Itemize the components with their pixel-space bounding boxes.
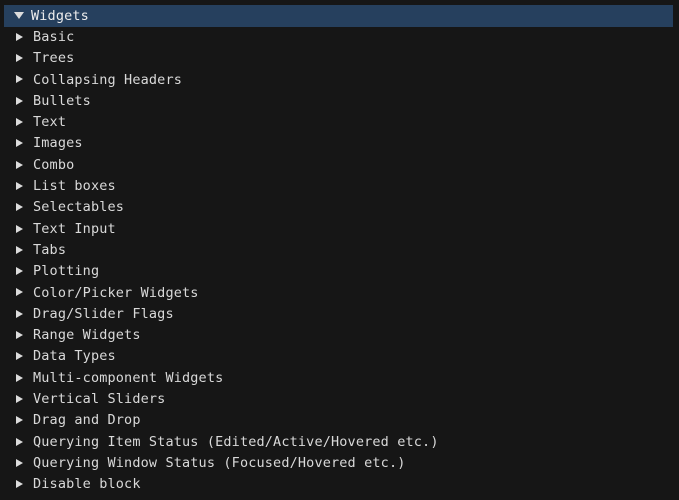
- chevron-right-icon[interactable]: [16, 309, 32, 320]
- chevron-right-icon[interactable]: [16, 352, 32, 362]
- tree-node-label: Bullets: [33, 92, 91, 109]
- chevron-right-icon[interactable]: [16, 139, 32, 149]
- chevron-right-icon[interactable]: [16, 245, 32, 256]
- chevron-right-icon[interactable]: [16, 54, 32, 64]
- widget-tree: Widgets Basic Trees Collapsing Headers Bulle…: [0, 0, 679, 496]
- tree-node-plotting[interactable]: Plotting: [0, 261, 679, 282]
- chevron-right-icon[interactable]: [16, 331, 32, 341]
- tree-node-drag-and-drop[interactable]: Drag and Drop: [0, 410, 679, 431]
- tree-node-label: Combo: [33, 156, 75, 173]
- chevron-right-icon[interactable]: [16, 288, 32, 298]
- tree-node-querying-item-status-edited-active-hovered-etc[interactable]: Querying Item Status (Edited/Active/Hove…: [0, 432, 679, 453]
- tree-node-bullets[interactable]: Bullets: [0, 91, 679, 112]
- tree-node-images[interactable]: Images: [0, 133, 679, 154]
- tree-node-trees[interactable]: Trees: [0, 48, 679, 69]
- chevron-right-icon[interactable]: [16, 160, 32, 171]
- tree-node-label: Selectables: [33, 199, 125, 216]
- chevron-right-icon[interactable]: [16, 96, 32, 107]
- tree-node-label: Basic: [33, 29, 75, 45]
- tree-node-querying-window-status-focused-hovered-etc[interactable]: Querying Window Status (Focused/Hovered …: [0, 453, 679, 474]
- tree-node-label: Drag and Drop: [33, 412, 141, 429]
- tree-node-widgets[interactable]: Widgets: [4, 5, 673, 27]
- tree-node-label: Data Types: [33, 348, 116, 365]
- tree-node-selectables[interactable]: Selectables: [0, 197, 679, 218]
- tree-node-text-input[interactable]: Text Input: [0, 219, 679, 240]
- tree-node-collapsing-headers[interactable]: Collapsing Headers: [0, 70, 679, 91]
- tree-node-label: Drag/Slider Flags: [33, 305, 174, 322]
- tree-node-label: Querying Item Status (Edited/Active/Hove…: [33, 433, 439, 450]
- tree-node-vertical-sliders[interactable]: Vertical Sliders: [0, 389, 679, 410]
- tree-node-label: Color/Picker Widgets: [33, 284, 199, 301]
- chevron-right-icon[interactable]: [16, 416, 32, 426]
- tree-node-label: Vertical Sliders: [33, 391, 166, 408]
- chevron-right-icon[interactable]: [16, 458, 32, 469]
- tree-node-combo[interactable]: Combo: [0, 155, 679, 176]
- tree-node-label: Tabs: [33, 241, 67, 258]
- tree-node-label: Images: [33, 135, 83, 152]
- chevron-right-icon[interactable]: [16, 394, 32, 405]
- tree-node-drag-slider-flags[interactable]: Drag/Slider Flags: [0, 304, 679, 325]
- tree-node-label: Collapsing Headers: [33, 71, 182, 88]
- tree-node-label: Widgets: [31, 8, 89, 24]
- tree-node-color-picker-widgets[interactable]: Color/Picker Widgets: [0, 283, 679, 304]
- widgets-demo-window: Widgets Basic Trees Collapsing Headers Bulle…: [0, 0, 679, 500]
- tree-node-data-types[interactable]: Data Types: [0, 346, 679, 367]
- tree-node-tabs[interactable]: Tabs: [0, 240, 679, 261]
- tree-node-range-widgets[interactable]: Range Widgets: [0, 325, 679, 346]
- tree-node-label: Text Input: [33, 220, 116, 237]
- chevron-right-icon[interactable]: [16, 203, 32, 213]
- tree-node-text[interactable]: Text: [0, 112, 679, 133]
- tree-node-label: Range Widgets: [33, 327, 141, 344]
- tree-node-disable-block[interactable]: Disable block: [0, 474, 679, 495]
- chevron-right-icon[interactable]: [16, 224, 32, 235]
- tree-node-label: Text: [33, 114, 67, 131]
- chevron-down-icon[interactable]: [14, 11, 30, 21]
- tree-node-label: Querying Window Status (Focused/Hovered …: [33, 454, 406, 471]
- tree-node-label: Disable block: [33, 476, 141, 493]
- chevron-right-icon[interactable]: [16, 75, 32, 85]
- tree-node-label: Plotting: [33, 263, 100, 280]
- chevron-right-icon[interactable]: [16, 267, 32, 277]
- tree-node-label: Multi-component Widgets: [33, 369, 224, 386]
- chevron-right-icon[interactable]: [16, 480, 32, 490]
- tree-node-label: List boxes: [33, 178, 116, 195]
- chevron-right-icon[interactable]: [16, 32, 32, 43]
- tree-node-multi-component-widgets[interactable]: Multi-component Widgets: [0, 368, 679, 389]
- tree-node-label: Trees: [33, 50, 75, 67]
- tree-node-basic[interactable]: Basic: [0, 27, 679, 48]
- tree-node-list-boxes[interactable]: List boxes: [0, 176, 679, 197]
- chevron-right-icon[interactable]: [16, 437, 32, 448]
- chevron-right-icon[interactable]: [16, 373, 32, 384]
- chevron-right-icon[interactable]: [16, 181, 32, 192]
- chevron-right-icon[interactable]: [16, 118, 32, 128]
